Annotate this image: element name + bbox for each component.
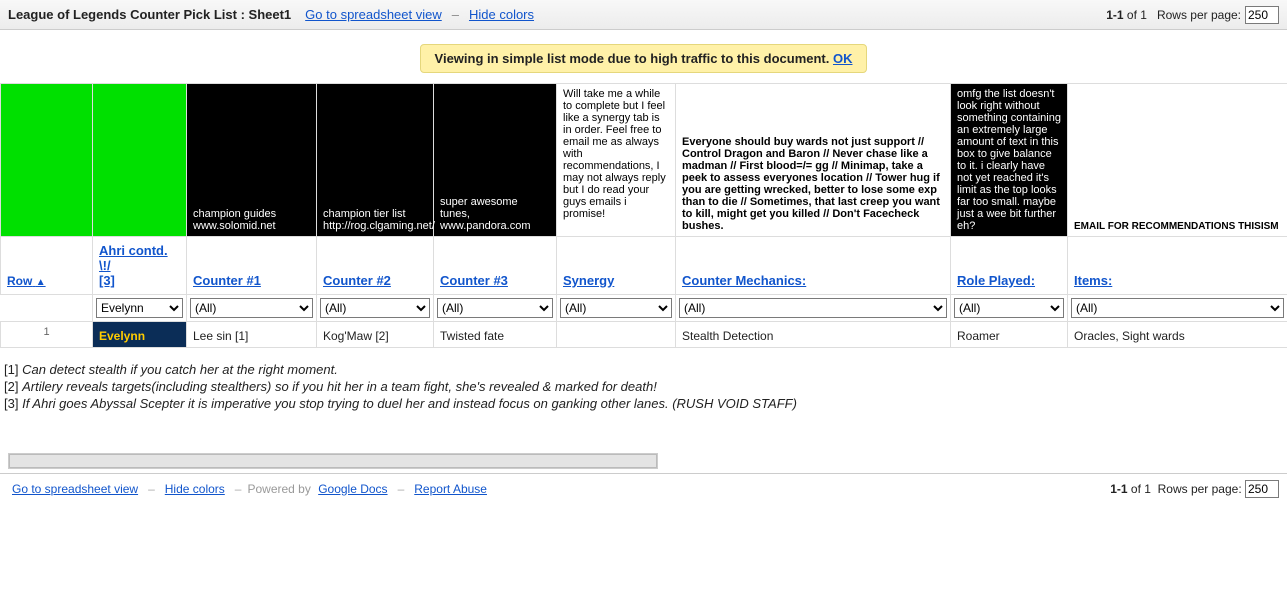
rpp-label: Rows per page: xyxy=(1157,8,1241,22)
cell-items: Oracles, Sight wards xyxy=(1068,322,1287,348)
data-table: champion guides www.solomid.net champion… xyxy=(0,83,1287,348)
info-synergy-note: Will take me a while to complete but I f… xyxy=(557,84,676,237)
info-cell-green xyxy=(1,84,93,237)
col-items[interactable]: Items: xyxy=(1068,237,1287,295)
paging-info: 1-1 of 1 xyxy=(1106,8,1147,22)
notice-bar: Viewing in simple list mode due to high … xyxy=(0,30,1287,83)
col-champion[interactable]: Ahri contd. \!/[3] xyxy=(93,237,187,295)
col-row[interactable]: Row ▲ xyxy=(1,237,93,295)
col-counter1[interactable]: Counter #1 xyxy=(187,237,317,295)
filter-row: Evelynn (All) (All) (All) (All) (All) (A… xyxy=(1,295,1287,322)
cell-counter1: Lee sin [1] xyxy=(187,322,317,348)
scrollbar-thumb[interactable] xyxy=(9,454,657,468)
horizontal-scrollbar[interactable] xyxy=(8,453,658,469)
info-row: champion guides www.solomid.net champion… xyxy=(1,84,1287,237)
footnotes: [1] Can detect stealth if you catch her … xyxy=(0,348,1287,453)
cell-rownum: 1 xyxy=(1,322,93,348)
info-items-note: EMAIL FOR RECOMMENDATIONS THISISM xyxy=(1068,84,1287,237)
col-synergy[interactable]: Synergy xyxy=(557,237,676,295)
go-spreadsheet-link[interactable]: Go to spreadsheet view xyxy=(305,7,442,22)
footer: Go to spreadsheet view – Hide colors – P… xyxy=(0,473,1287,503)
filter-items[interactable]: (All) xyxy=(1071,298,1284,318)
topbar: League of Legends Counter Pick List : Sh… xyxy=(0,0,1287,30)
powered-by: Powered by Google Docs xyxy=(247,482,391,496)
footer-go-spreadsheet-link[interactable]: Go to spreadsheet view xyxy=(12,482,138,496)
info-tunes: super awesome tunes, www.pandora.com xyxy=(434,84,557,237)
cell-synergy xyxy=(557,322,676,348)
page-title: League of Legends Counter Pick List : Sh… xyxy=(8,7,291,22)
info-champ-guides: champion guides www.solomid.net xyxy=(187,84,317,237)
filter-counter2[interactable]: (All) xyxy=(320,298,430,318)
separator: – xyxy=(452,7,459,22)
sort-asc-icon: ▲ xyxy=(36,277,46,288)
header-row: Row ▲ Ahri contd. \!/[3] Counter #1 Coun… xyxy=(1,237,1287,295)
col-counter3[interactable]: Counter #3 xyxy=(434,237,557,295)
col-counter2[interactable]: Counter #2 xyxy=(317,237,434,295)
footer-rpp-label: Rows per page: xyxy=(1158,482,1242,496)
cell-role: Roamer xyxy=(951,322,1068,348)
notice-ok-link[interactable]: OK xyxy=(833,51,853,66)
rows-per-page-input[interactable] xyxy=(1245,6,1279,24)
notice: Viewing in simple list mode due to high … xyxy=(420,44,868,73)
footer-hide-colors-link[interactable]: Hide colors xyxy=(165,482,225,496)
hide-colors-link[interactable]: Hide colors xyxy=(469,7,534,22)
col-mechanics[interactable]: Counter Mechanics: xyxy=(676,237,951,295)
footer-paging: 1-1 of 1 xyxy=(1110,482,1151,496)
footer-rows-per-page-input[interactable] xyxy=(1245,480,1279,498)
filter-mechanics[interactable]: (All) xyxy=(679,298,947,318)
cell-counter2: Kog'Maw [2] xyxy=(317,322,434,348)
google-docs-link[interactable]: Google Docs xyxy=(318,482,387,496)
report-abuse-link[interactable]: Report Abuse xyxy=(414,482,487,496)
info-cell-green xyxy=(93,84,187,237)
cell-counter3: Twisted fate xyxy=(434,322,557,348)
filter-synergy[interactable]: (All) xyxy=(560,298,672,318)
info-tier-list: champion tier list http://rog.clgaming.n… xyxy=(317,84,434,237)
col-role[interactable]: Role Played: xyxy=(951,237,1068,295)
cell-mechanics: Stealth Detection xyxy=(676,322,951,348)
info-mechanics-note: Everyone should buy wards not just suppo… xyxy=(676,84,951,237)
filter-counter3[interactable]: (All) xyxy=(437,298,553,318)
cell-champion: Evelynn xyxy=(93,322,187,348)
filter-role[interactable]: (All) xyxy=(954,298,1064,318)
info-role-note: omfg the list doesn't look right without… xyxy=(951,84,1068,237)
table-row: 1 Evelynn Lee sin [1] Kog'Maw [2] Twiste… xyxy=(1,322,1287,348)
filter-counter1[interactable]: (All) xyxy=(190,298,313,318)
filter-champion[interactable]: Evelynn xyxy=(96,298,183,318)
